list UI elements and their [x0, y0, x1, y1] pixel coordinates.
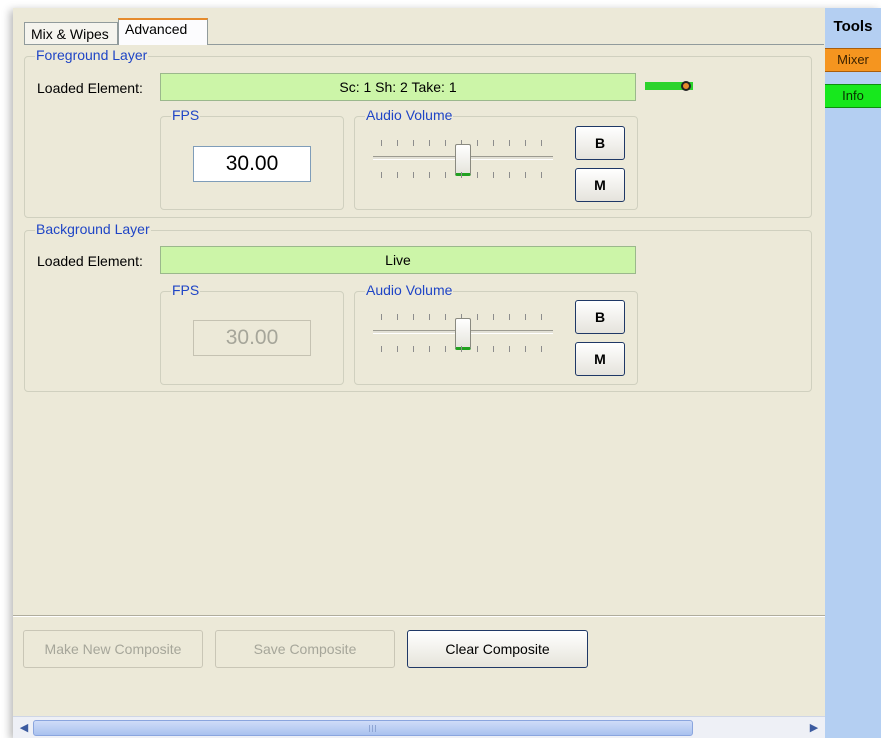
grip-icon: [369, 725, 377, 732]
fg-b-button[interactable]: B: [575, 126, 625, 160]
tool-mixer[interactable]: Mixer: [825, 48, 881, 72]
fg-m-button[interactable]: M: [575, 168, 625, 202]
clear-composite-button[interactable]: Clear Composite: [407, 630, 588, 668]
fg-level-meter: [645, 81, 693, 91]
fg-audio-volume-label: Audio Volume: [365, 107, 454, 123]
foreground-layer-title: Foreground Layer: [35, 47, 149, 63]
save-composite-button[interactable]: Save Composite: [215, 630, 395, 668]
fg-loaded-element-label: Loaded Element:: [37, 80, 143, 96]
tools-title: Tools: [833, 18, 873, 35]
actions-divider: [13, 615, 825, 617]
tab-strip: Mix & Wipes Advanced: [13, 8, 825, 45]
fg-fps-label: FPS: [171, 107, 201, 123]
bg-loaded-element-label: Loaded Element:: [37, 253, 143, 269]
bg-audio-volume-slider[interactable]: [373, 304, 553, 364]
bg-fps-input: 30.00: [193, 320, 311, 356]
horizontal-scrollbar[interactable]: ◀ ▶: [13, 716, 825, 738]
tab-advanced[interactable]: Advanced: [118, 18, 208, 45]
bg-m-button[interactable]: M: [575, 342, 625, 376]
fg-loaded-element-field: Sc: 1 Sh: 2 Take: 1: [160, 73, 636, 101]
chevron-right-icon[interactable]: ▶: [805, 719, 823, 737]
make-new-composite-button[interactable]: Make New Composite: [23, 630, 203, 668]
tab-mix-wipes[interactable]: Mix & Wipes: [24, 22, 118, 44]
fg-audio-volume-slider[interactable]: [373, 130, 553, 190]
scrollbar-thumb[interactable]: [33, 720, 693, 736]
bg-loaded-element-field: Live: [160, 246, 636, 274]
bg-fps-label: FPS: [171, 282, 201, 298]
bg-b-button[interactable]: B: [575, 300, 625, 334]
meter-indicator-icon: [681, 81, 691, 91]
background-layer-title: Background Layer: [35, 221, 151, 237]
chevron-left-icon[interactable]: ◀: [15, 719, 33, 737]
slider-ticks: [381, 172, 545, 178]
fg-fps-input[interactable]: 30.00: [193, 146, 311, 182]
tools-panel: Tools Mixer Info: [825, 8, 881, 738]
composite-editor-window: Mix & Wipes Advanced Foreground Layer Lo…: [13, 8, 881, 738]
tool-info[interactable]: Info: [825, 84, 881, 108]
bg-audio-volume-label: Audio Volume: [365, 282, 454, 298]
slider-ticks: [381, 346, 545, 352]
